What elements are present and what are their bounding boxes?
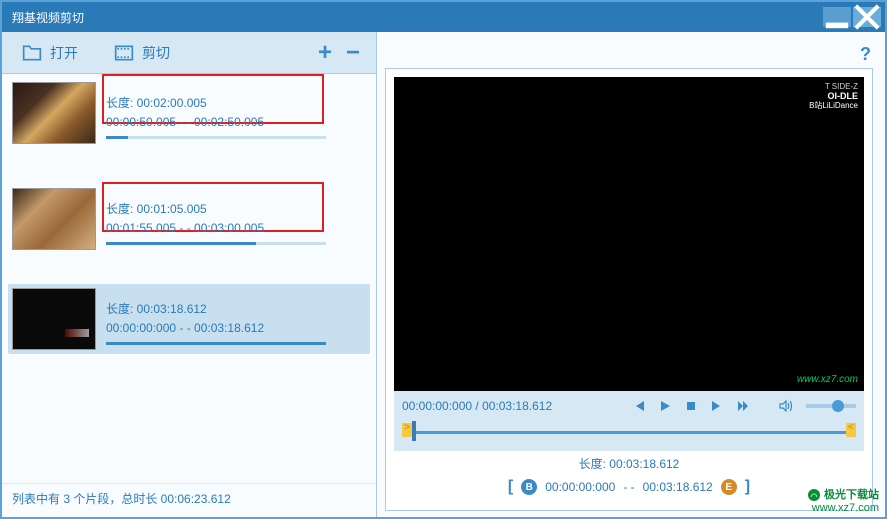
aurora-icon [807,488,821,502]
video-watermark-top: T SIDE-Z OI-DLE B站LiLiDance [809,83,858,110]
video-watermark-bottom: www.xz7.com [797,374,858,385]
clip-thumbnail [12,188,96,250]
skip-button[interactable] [732,397,754,415]
range-sep: - - [623,480,634,494]
seek-bar[interactable] [394,421,864,451]
list-summary: 列表中有 3 个片段，总时长 00:06:23.612 [2,483,376,517]
folder-icon [22,44,42,62]
clip-duration: 长度: 00:02:00.005 [106,94,366,113]
volume-button[interactable] [774,397,796,415]
clip-item[interactable]: 长度: 00:01:05.005 00:01:55.005 - - 00:03:… [12,188,366,250]
clip-item[interactable]: 长度: 00:02:00.005 00:00:50.005 - - 00:02:… [12,82,366,144]
preview-duration: 长度: 00:03:18.612 [394,451,864,476]
clip-list: 长度: 00:02:00.005 00:00:50.005 - - 00:02:… [2,74,376,483]
open-label: 打开 [50,43,78,63]
clip-item-selected[interactable]: 长度: 00:03:18.612 00:00:00:000 - - 00:03:… [8,284,370,354]
clip-progress [106,342,326,345]
playhead[interactable] [412,421,416,441]
stop-button[interactable] [680,397,702,415]
clip-info: 长度: 00:01:05.005 00:01:55.005 - - 00:03:… [106,188,366,250]
clip-list-panel: 打开 剪切 + − 长度: 00:02 [2,32,377,517]
film-icon [114,44,134,62]
bracket-left-icon[interactable]: [ [508,478,513,496]
left-toolbar: 打开 剪切 + − [2,32,376,74]
clip-thumbnail [12,82,96,144]
clip-range: 00:01:55.005 - - 00:03:00.005 [106,219,366,238]
title-bar: 翔基视频剪切 [2,2,885,32]
preview-range: [ B 00:00:00:000 - - 00:03:18.612 E ] [394,476,864,502]
marker-badge-icon[interactable]: E [721,479,737,495]
play-button[interactable] [654,397,676,415]
close-button[interactable] [853,7,881,27]
trim-end-marker[interactable] [846,423,856,437]
prev-frame-button[interactable] [628,397,650,415]
clip-duration: 长度: 00:03:18.612 [106,300,366,319]
time-display: 00:00:00:000 / 00:03:18.612 [402,399,624,413]
clip-info: 长度: 00:03:18.612 00:00:00:000 - - 00:03:… [106,288,366,350]
clip-progress [106,242,326,245]
player-controls: 00:00:00:000 / 00:03:18.612 [394,391,864,421]
clip-duration: 长度: 00:01:05.005 [106,200,366,219]
bracket-right-icon[interactable]: ] [745,478,750,496]
next-frame-button[interactable] [706,397,728,415]
remove-clip-button[interactable]: − [342,39,364,67]
help-button[interactable]: ? [860,44,871,65]
video-preview: T SIDE-Z OI-DLE B站LiLiDance www.xz7.com [394,77,864,391]
volume-slider[interactable] [806,404,856,408]
range-start: 00:00:00:000 [545,480,615,494]
clip-progress [106,136,326,139]
open-button[interactable]: 打开 [14,39,86,67]
window-title: 翔基视频剪切 [12,9,823,26]
minimize-button[interactable] [823,7,851,27]
range-end: 00:03:18.612 [643,480,713,494]
preview-panel: ? T SIDE-Z OI-DLE B站LiLiDance www.xz7.co… [377,32,885,517]
clip-thumbnail [12,288,96,350]
clip-range: 00:00:50.005 - - 00:02:50.005 [106,113,366,132]
cut-button[interactable]: 剪切 [106,39,178,67]
trim-start-marker[interactable] [402,423,412,437]
add-clip-button[interactable]: + [314,39,336,67]
clip-info: 长度: 00:02:00.005 00:00:50.005 - - 00:02:… [106,82,366,144]
clip-range: 00:00:00:000 - - 00:03:18.612 [106,319,366,338]
cut-label: 剪切 [142,43,170,63]
marker-badge-icon[interactable]: B [521,479,537,495]
site-watermark: 极光下载站 www.xz7.com [807,488,879,515]
